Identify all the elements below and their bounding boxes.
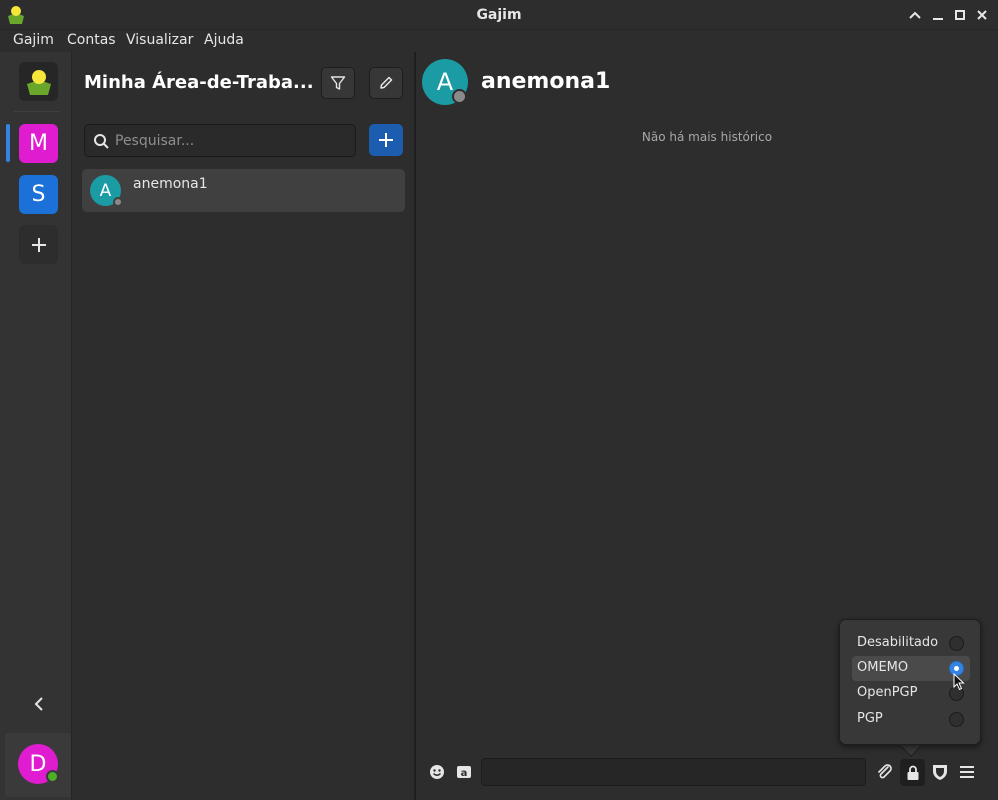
- mouse-cursor-icon: [953, 672, 965, 695]
- emoji-icon: [430, 765, 444, 779]
- no-history-label: Não há mais histórico: [641, 130, 773, 144]
- option-label: OMEMO: [857, 660, 909, 675]
- search-input[interactable]: [115, 131, 350, 151]
- message-input[interactable]: [481, 758, 866, 786]
- radio-button[interactable]: [949, 636, 964, 651]
- shield-icon: [933, 765, 947, 780]
- filter-button[interactable]: [321, 67, 355, 99]
- filter-icon: [330, 76, 346, 90]
- maximize-icon: [955, 10, 965, 20]
- option-label: OpenPGP: [857, 685, 918, 700]
- menu-icon: [960, 766, 974, 778]
- chat-name: anemona1: [133, 176, 208, 192]
- chat-list-panel: Minha Área-de-Traba... A anemona1: [72, 52, 415, 800]
- radio-button[interactable]: [949, 712, 964, 727]
- format-button[interactable]: a: [453, 761, 475, 783]
- window-title: Gajim: [476, 7, 522, 23]
- contact-name[interactable]: anemona1: [481, 69, 610, 94]
- window-maximize-button[interactable]: [950, 5, 970, 25]
- gajim-logo-icon: [26, 69, 51, 95]
- edit-workspace-button[interactable]: [369, 67, 403, 99]
- minimize-icon: [933, 18, 943, 20]
- account-status-indicator: [46, 770, 59, 783]
- window-collapse-button[interactable]: [905, 5, 925, 25]
- start-chat-button[interactable]: [369, 124, 403, 156]
- attach-button[interactable]: [874, 761, 896, 783]
- close-icon: [977, 10, 987, 20]
- collapse-sidebar-button[interactable]: [27, 692, 51, 716]
- account-button[interactable]: D: [5, 733, 71, 797]
- encryption-option-pgp[interactable]: PGP: [852, 707, 970, 732]
- active-workspace-indicator: [6, 124, 10, 162]
- pencil-icon: [380, 76, 393, 89]
- chat-menu-button[interactable]: [956, 761, 978, 783]
- lock-icon: [907, 765, 918, 780]
- chat-status-indicator: [113, 197, 123, 207]
- title-bar: Gajim: [0, 0, 998, 30]
- encryption-details-button[interactable]: [929, 761, 951, 783]
- main-window-button[interactable]: [19, 62, 58, 101]
- search-icon: [94, 134, 109, 149]
- plus-icon: [379, 133, 393, 147]
- attach-icon: [878, 764, 892, 779]
- workspace-sidebar: M S D: [0, 52, 72, 800]
- contact-status-indicator: [452, 89, 467, 104]
- menu-visualizar[interactable]: Visualizar: [126, 32, 193, 48]
- workspace-title: Minha Área-de-Traba...: [84, 72, 314, 93]
- workspace-s[interactable]: S: [19, 175, 58, 214]
- plus-icon: [31, 237, 46, 252]
- menu-bar: Gajim Contas Visualizar Ajuda: [0, 30, 998, 52]
- option-label: PGP: [857, 711, 883, 726]
- window-close-button[interactable]: [972, 5, 992, 25]
- workspace-m[interactable]: M: [19, 124, 58, 163]
- menu-gajim[interactable]: Gajim: [13, 32, 54, 48]
- encryption-button[interactable]: [900, 759, 925, 786]
- window-minimize-button[interactable]: [928, 5, 948, 25]
- chat-list-item[interactable]: A anemona1: [82, 169, 405, 212]
- workspace-separator: [14, 111, 60, 112]
- search-field[interactable]: [84, 124, 356, 157]
- chevron-up-icon: [909, 11, 921, 19]
- option-label: Desabilitado: [857, 635, 939, 650]
- chevron-left-icon: [34, 697, 43, 711]
- emoji-button[interactable]: [426, 761, 448, 783]
- add-workspace-button[interactable]: [19, 225, 58, 264]
- format-icon: a: [457, 766, 471, 779]
- menu-contas[interactable]: Contas: [67, 32, 116, 48]
- svg-text:a: a: [461, 768, 468, 779]
- menu-ajuda[interactable]: Ajuda: [204, 32, 244, 48]
- encryption-option-disabled[interactable]: Desabilitado: [852, 631, 970, 656]
